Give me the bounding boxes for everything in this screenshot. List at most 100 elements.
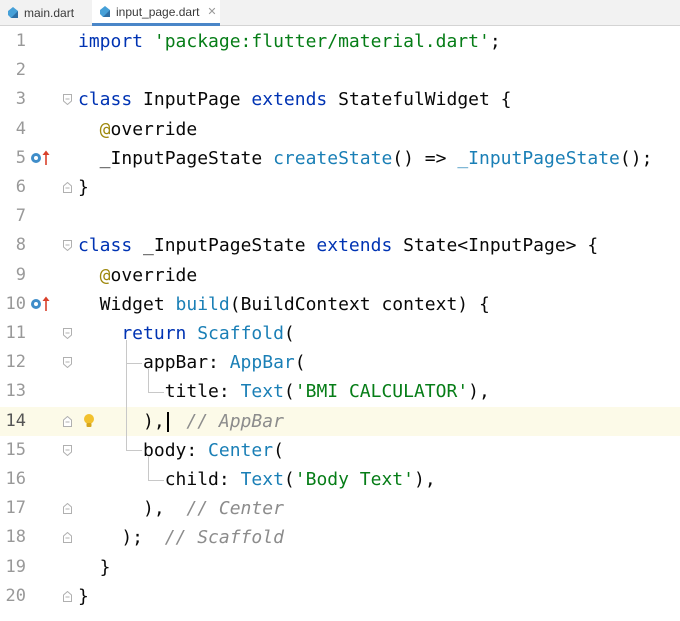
code-token: } <box>78 585 89 607</box>
line-number: 8 <box>15 235 26 256</box>
line-number: 20 <box>5 585 26 606</box>
code-line[interactable]: child: Text('Body Text'), <box>78 465 436 494</box>
fold-toggle-icon[interactable] <box>63 328 72 339</box>
fold-toggle-icon[interactable] <box>63 182 72 193</box>
fold-toggle-icon[interactable] <box>63 590 72 602</box>
code-token: (); <box>619 147 653 169</box>
code-token: @ <box>78 264 111 286</box>
indent-guide <box>148 457 149 480</box>
code-token: Widget <box>78 293 176 315</box>
fold-toggle-icon[interactable] <box>63 94 72 106</box>
code-token: Text <box>240 381 284 403</box>
fold-toggle-icon[interactable] <box>63 415 72 427</box>
tab-label: input_page.dart <box>116 4 200 19</box>
line-number: 17 <box>5 498 26 519</box>
fold-toggle-icon[interactable] <box>63 532 72 544</box>
code-token: build <box>175 293 230 315</box>
code-token: ( <box>283 381 295 403</box>
code-token: ; <box>489 31 501 52</box>
line-number: 16 <box>5 469 26 489</box>
override-marker-icon[interactable] <box>30 150 52 166</box>
code-token: body: <box>78 439 209 461</box>
code-line[interactable]: appBar: AppBar( <box>78 348 306 377</box>
code-token: // Scaffold <box>164 527 284 549</box>
code-token: ( <box>283 469 295 490</box>
line-number: 5 <box>15 147 26 168</box>
code-line[interactable]: return Scaffold( <box>78 319 295 348</box>
code-token: ), <box>413 469 436 490</box>
code-token: class <box>78 235 144 257</box>
code-line[interactable]: ), // Center <box>78 494 284 523</box>
code-line[interactable]: @override <box>78 261 198 290</box>
fold-toggle-icon[interactable] <box>63 240 72 252</box>
code-token: AppBar <box>229 352 295 374</box>
dart-file-icon <box>8 7 18 18</box>
code-token: Scaffold <box>197 323 284 344</box>
tab-input-page-dart[interactable]: input_page.dart ✕ <box>92 0 220 26</box>
code-line[interactable]: class _InputPageState extends State<Inpu… <box>78 231 598 260</box>
code-line[interactable]: ); // Scaffold <box>78 523 284 552</box>
code-line[interactable]: } <box>78 582 89 611</box>
code-token: createState <box>273 147 393 169</box>
code-token: _InputPageState <box>143 235 317 257</box>
code-token: InputPage <box>143 89 252 111</box>
indent-guide <box>126 362 142 364</box>
code-token: StatefulWidget { <box>338 89 512 111</box>
close-tab-icon[interactable]: ✕ <box>207 5 216 18</box>
code-token: override <box>110 118 198 140</box>
line-number: 7 <box>15 206 26 227</box>
code-token: extends <box>316 235 404 257</box>
code-token: @ <box>78 118 111 140</box>
code-token: Center <box>208 439 274 461</box>
code-line[interactable]: _InputPageState createState() => _InputP… <box>78 144 653 173</box>
line-number: 6 <box>15 177 26 197</box>
code-token: 'package:flutter/material.dart' <box>153 31 490 52</box>
line-number: 19 <box>5 556 26 577</box>
code-token: ); <box>78 527 165 549</box>
tab-main-dart[interactable]: main.dart <box>0 0 90 26</box>
indent-guide <box>148 369 149 392</box>
line-number: 13 <box>5 381 26 402</box>
line-number: 4 <box>15 118 26 139</box>
code-token: // AppBar <box>164 410 284 432</box>
code-token: ), <box>78 498 187 520</box>
code-line[interactable]: body: Center( <box>78 436 284 465</box>
line-number: 15 <box>5 439 26 460</box>
lightbulb-icon[interactable] <box>82 413 96 429</box>
code-line[interactable]: Widget build(BuildContext context) { <box>78 290 490 319</box>
code-token: extends <box>251 89 339 111</box>
code-line[interactable]: class InputPage extends StatefulWidget { <box>78 85 512 114</box>
code-line[interactable]: @override <box>78 115 198 144</box>
indent-guide <box>126 450 142 452</box>
code-token: class <box>78 89 144 111</box>
line-number: 1 <box>15 31 26 51</box>
fold-toggle-icon[interactable] <box>63 503 72 515</box>
code-token: Text <box>240 469 284 490</box>
line-number: 18 <box>5 527 26 548</box>
code-token: return <box>78 323 198 344</box>
fold-toggle-icon[interactable] <box>63 357 72 369</box>
line-number: 14 <box>5 410 26 431</box>
code-token: ( <box>294 352 306 374</box>
text-caret <box>167 411 169 432</box>
code-line[interactable]: ), // AppBar <box>78 407 284 436</box>
indent-guide <box>126 340 127 451</box>
code-line[interactable]: } <box>78 553 111 582</box>
code-token: } <box>78 556 111 578</box>
override-marker-icon[interactable] <box>30 296 52 312</box>
code-line[interactable]: } <box>78 173 89 202</box>
code-token: import <box>78 31 154 52</box>
code-token: } <box>78 177 89 198</box>
code-token: ( <box>283 323 295 344</box>
code-token: State<InputPage> { <box>403 235 599 257</box>
code-token: 'BMI CALCULATOR' <box>294 381 469 403</box>
code-token: (BuildContext context) { <box>229 293 490 315</box>
code-token: () => <box>392 147 458 169</box>
line-number: 2 <box>15 60 26 81</box>
code-line[interactable]: title: Text('BMI CALCULATOR'), <box>78 377 490 406</box>
code-token: ), <box>468 381 490 403</box>
code-line[interactable]: import 'package:flutter/material.dart'; <box>78 27 501 56</box>
fold-toggle-icon[interactable] <box>63 444 72 456</box>
code-token: override <box>110 264 198 286</box>
editor-tab-bar: main.dart input_page.dart ✕ <box>0 0 680 26</box>
